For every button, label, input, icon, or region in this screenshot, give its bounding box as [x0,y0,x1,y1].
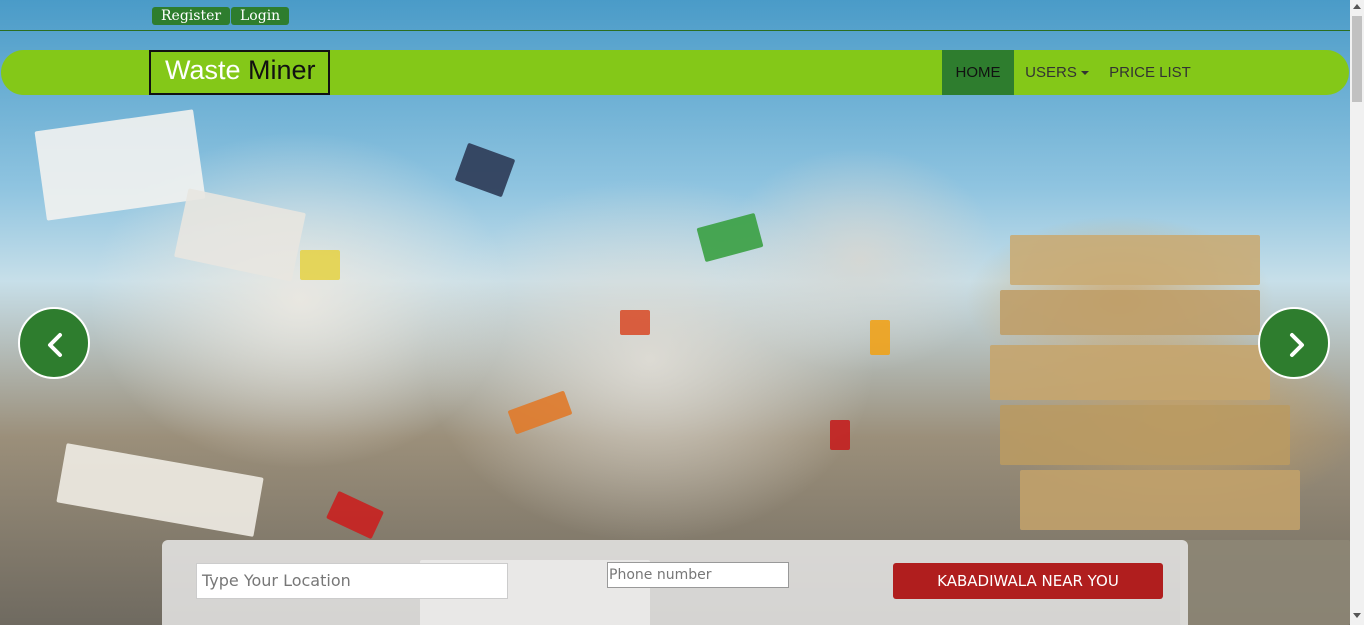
carousel-next-button[interactable] [1258,307,1330,379]
nav-users-label: USERS [1025,64,1077,81]
scroll-down-icon[interactable] [1353,613,1361,618]
nav-users-dropdown[interactable]: USERS [1014,50,1100,95]
scroll-up-icon[interactable] [1353,4,1361,9]
main-navbar: Waste Miner HOME USERS PRICE LIST [1,50,1349,95]
nav-home[interactable]: HOME [942,50,1014,95]
phone-input[interactable]: Phone number [607,562,789,588]
kabadiwala-near-you-button[interactable]: KABADIWALA NEAR YOU [893,563,1163,599]
top-bar: Register Login [0,0,1350,31]
carousel-prev-button[interactable] [18,307,90,379]
page-scrollbar[interactable] [1350,0,1364,625]
search-panel: Type Your Location Phone number KABADIWA… [162,540,1188,625]
chevron-right-icon [1290,333,1304,357]
register-button[interactable]: Register [152,7,231,25]
chevron-left-icon [48,333,62,357]
nav-price-list[interactable]: PRICE LIST [1100,50,1200,95]
brand-word-1: Waste [165,55,241,85]
login-button[interactable]: Login [231,7,290,25]
brand-word-2: Miner [248,55,316,85]
nav-price-list-label: PRICE LIST [1109,64,1191,81]
brand-logo[interactable]: Waste Miner [149,50,330,95]
nav-home-label: HOME [955,64,1001,81]
caret-down-icon [1080,71,1089,76]
scroll-thumb[interactable] [1352,16,1362,102]
location-input[interactable]: Type Your Location [196,563,508,599]
